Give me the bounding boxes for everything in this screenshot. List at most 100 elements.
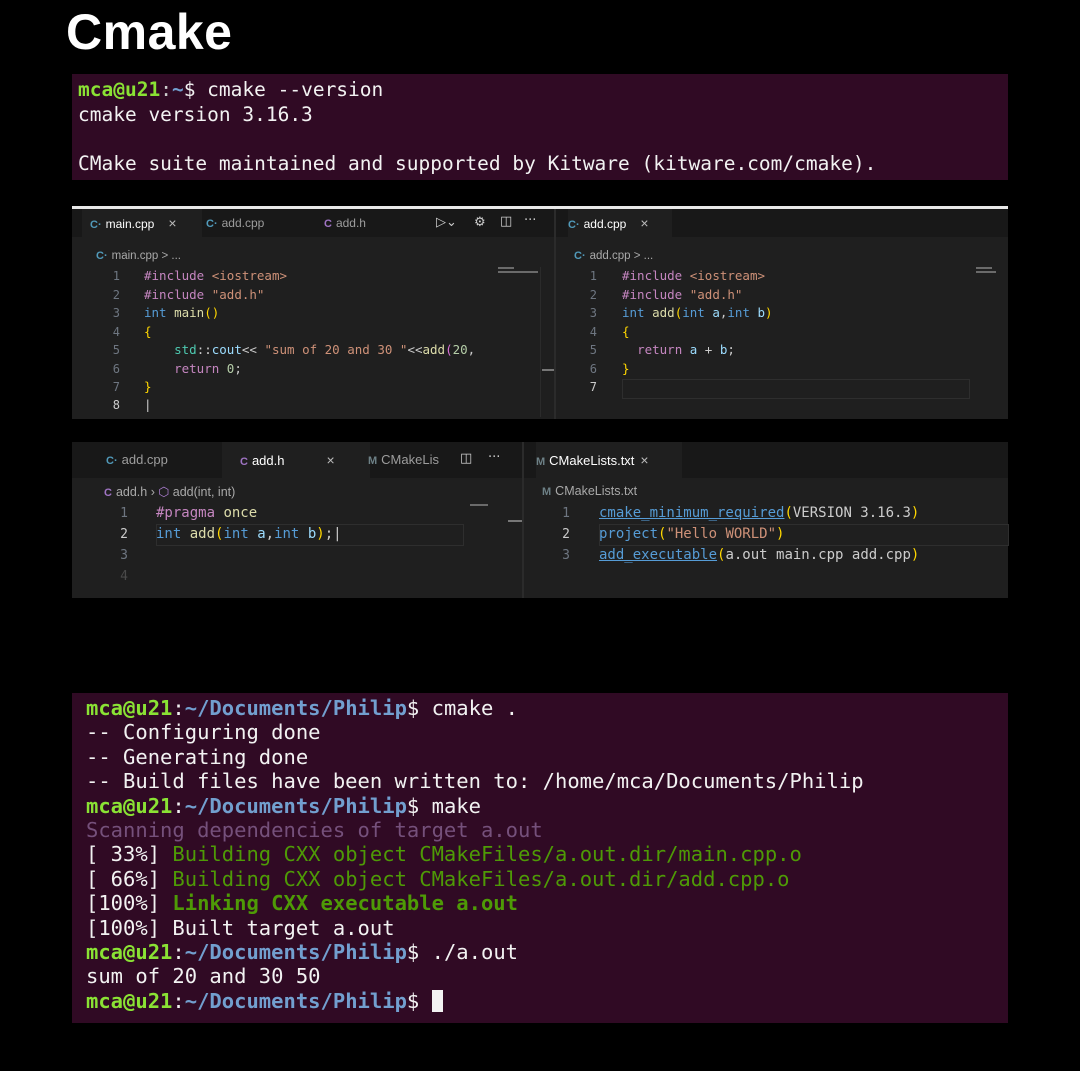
breadcrumb[interactable]: C· main.cpp > ...	[96, 250, 181, 262]
cpp-file-icon: C·	[206, 218, 218, 230]
terminal-output-line: Scanning dependencies of target a.out	[86, 818, 543, 842]
code-line: #include "add.h"	[144, 287, 265, 302]
prompt-path: ~/Documents/Philip	[184, 696, 407, 720]
tab-label: main.cpp	[105, 217, 155, 231]
tab-add-cpp[interactable]: C· add.cpp	[106, 442, 222, 478]
split-editor-icon[interactable]: ◫	[460, 451, 472, 466]
code-line: }	[144, 379, 152, 394]
code-line: #pragma once	[156, 505, 258, 521]
scroll-thumb[interactable]	[542, 369, 554, 371]
code-line: int add(int a,int b)	[622, 305, 773, 320]
breadcrumb[interactable]: Cadd.h › ⬡ add(int, int)	[104, 484, 235, 499]
terminal-output-line: -- Configuring done	[86, 720, 321, 745]
breadcrumb[interactable]: M CMakeLists.txt	[542, 484, 637, 498]
more-actions-icon[interactable]: ···	[524, 213, 536, 228]
terminal-cursor	[431, 989, 443, 1012]
terminal-version[interactable]: mca@u21:~$ cmake --version cmake version…	[72, 74, 1008, 180]
close-icon[interactable]: ×	[327, 452, 335, 468]
terminal-output-line: sum of 20 and 30 50	[86, 964, 321, 989]
symbol-method-icon: ⬡	[158, 485, 170, 499]
terminal-command: cmake --version	[207, 78, 384, 101]
tab-add-cpp[interactable]: C· add.cpp	[200, 209, 316, 237]
tab-label: CMakeLists.txt	[549, 453, 635, 468]
terminal-prompt-line: mca@u21:~/Documents/Philip$ cmake .	[86, 696, 519, 720]
code-line: cmake_minimum_required(VERSION 3.16.3)	[599, 505, 920, 521]
code-line: {	[144, 324, 152, 339]
terminal-build[interactable]: mca@u21:~/Documents/Philip$ cmake . -- Co…	[72, 693, 1008, 1023]
page-title: Cmake	[66, 4, 233, 60]
cpp-file-icon: C·	[574, 250, 586, 262]
code-line: #include <iostream>	[144, 268, 288, 283]
breadcrumb[interactable]: C· add.cpp > ...	[574, 250, 653, 262]
terminal-output-line: -- Build files have been written to: /ho…	[86, 769, 864, 794]
code-line: {	[622, 324, 630, 339]
code-line: add_executable(a.out main.cpp add.cpp)	[599, 547, 920, 563]
terminal-output-line: -- Generating done	[86, 744, 309, 769]
tab-label: add.cpp	[221, 216, 265, 230]
scrollbar[interactable]	[540, 267, 541, 417]
minimap[interactable]	[498, 267, 542, 277]
tab-label: add.cpp	[583, 217, 627, 231]
code-line: int main()	[144, 305, 220, 320]
cmake-file-icon: M	[368, 455, 378, 467]
terminal-output-line: CMake suite maintained and supported by …	[78, 152, 877, 175]
prompt-user: mca@u21	[78, 78, 161, 101]
close-icon[interactable]: ×	[640, 215, 648, 231]
code-line: std::cout<< "sum of 20 and 30 "<<add(20,	[174, 342, 476, 357]
terminal-output-line: [ 33%] Building CXX object CMakeFiles/a.…	[86, 842, 802, 867]
vscode-editor-main: C· main.cpp × C· add.cpp Cadd.h ▷⌄ ⚙ ◫ ··· …	[72, 206, 1008, 419]
tab-add-h[interactable]: Cadd.h ×	[222, 442, 370, 478]
tab-cmakelists[interactable]: M CMakeLis	[368, 442, 458, 478]
terminal-command: cmake .	[419, 696, 519, 720]
split-editor-icon[interactable]: ◫	[500, 214, 512, 229]
terminal-output-line: [100%] Linking CXX executable a.out	[86, 891, 518, 916]
prompt-path: ~	[171, 78, 184, 101]
terminal-command: make	[419, 793, 481, 818]
terminal-output-line: [ 66%] Building CXX object CMakeFiles/a.…	[86, 866, 790, 891]
tab-main-cpp[interactable]: C· main.cpp ×	[82, 209, 202, 237]
close-icon[interactable]: ×	[640, 452, 648, 468]
prompt-user: mca@u21	[86, 793, 173, 818]
current-line-highlight	[622, 379, 970, 399]
cmake-file-icon: M	[536, 456, 546, 468]
vscode-editor-header: C· add.cpp Cadd.h × M CMakeLis ◫ ··· Cadd.h…	[72, 442, 1009, 598]
c-header-file-icon: C	[240, 456, 248, 468]
minimap[interactable]	[976, 267, 1000, 275]
code-line: #include <iostream>	[622, 268, 766, 283]
cpp-file-icon: C·	[568, 219, 580, 231]
tab-add-cpp-right[interactable]: C· add.cpp ×	[568, 209, 672, 237]
terminal-prompt-line: mca@u21:~/Documents/Philip$ make	[86, 793, 481, 818]
tab-add-h[interactable]: Cadd.h	[318, 209, 434, 237]
scroll-thumb[interactable]	[508, 520, 522, 522]
prompt-path: ~/Documents/Philip	[184, 793, 407, 818]
c-header-file-icon: C	[104, 487, 112, 499]
terminal-prompt-line: mca@u21:~$ cmake --version	[78, 78, 384, 101]
current-line-highlight	[156, 524, 464, 546]
terminal-command: ./a.out	[419, 940, 519, 964]
tab-label: add.cpp	[121, 452, 168, 467]
prompt-user: mca@u21	[86, 940, 173, 964]
tab-label: CMakeLis	[381, 452, 439, 467]
minimap[interactable]	[470, 504, 490, 510]
code-line: return a + b;	[637, 342, 735, 357]
c-header-file-icon: C	[324, 218, 332, 230]
cpp-file-icon: C·	[106, 455, 118, 467]
terminal-output-line: cmake version 3.16.3	[78, 103, 313, 126]
gear-icon[interactable]: ⚙	[474, 215, 486, 230]
group-divider[interactable]	[554, 209, 556, 419]
run-debug-icon[interactable]: ▷⌄	[436, 215, 457, 230]
text-cursor: |	[144, 397, 152, 412]
terminal-output-line: [100%] Built target a.out	[86, 915, 395, 940]
terminal-prompt-line: mca@u21:~/Documents/Philip$	[86, 989, 443, 1013]
terminal-command	[419, 989, 431, 1013]
tab-label: add.h	[335, 216, 366, 230]
cmake-file-icon: M	[542, 486, 552, 498]
current-line-highlight	[599, 524, 1009, 546]
code-line: return 0;	[174, 361, 242, 376]
tab-label: add.h	[251, 453, 285, 468]
prompt-user: mca@u21	[86, 988, 173, 1013]
more-actions-icon[interactable]: ···	[488, 450, 500, 465]
tab-cmakelists-right[interactable]: M CMakeLists.txt ×	[536, 442, 682, 478]
close-icon[interactable]: ×	[168, 215, 176, 231]
prompt-user: mca@u21	[86, 696, 173, 720]
